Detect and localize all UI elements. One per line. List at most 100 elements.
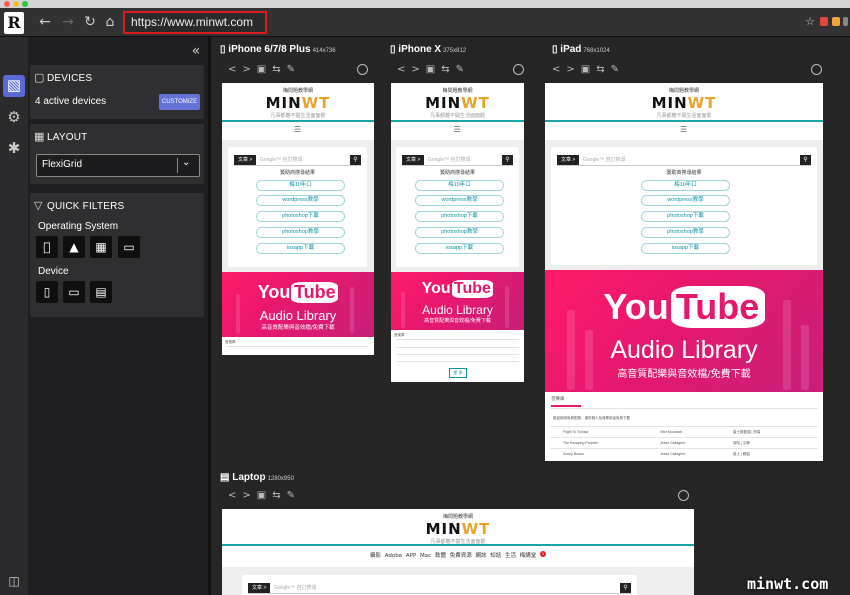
- zoom-window-button[interactable]: [22, 1, 28, 7]
- search-icon[interactable]: ⚲: [502, 155, 513, 165]
- layout-card-icon: ▦: [34, 130, 45, 143]
- youtube-logo: You Tube: [391, 280, 524, 298]
- icon-rail: ▧ ⚙ ✱ ◫: [0, 37, 28, 595]
- search-row[interactable]: 文章 > Google™ 自訂搜尋 ⚲: [248, 583, 631, 594]
- search-icon[interactable]: ⚲: [620, 583, 631, 593]
- search-icon[interactable]: ⚲: [350, 155, 361, 165]
- search-row[interactable]: 文章 > Google™ 自訂搜尋 ⚲: [557, 155, 811, 166]
- device-toolbar[interactable]: <>▣⇆✎: [397, 64, 470, 75]
- keyword-pill[interactable]: photoshop教學: [415, 227, 504, 238]
- keyword-pill[interactable]: iosapp下載: [256, 243, 345, 254]
- keyword-pill[interactable]: wordpress教學: [415, 195, 504, 206]
- rotate-icon[interactable]: [357, 64, 368, 75]
- menu-item[interactable]: 生活: [505, 553, 516, 559]
- minimize-window-button[interactable]: [13, 1, 19, 7]
- phone-icon: ▯: [390, 44, 396, 55]
- gear-icon[interactable]: ⚙: [3, 107, 25, 129]
- menu-icon[interactable]: ☰: [680, 125, 688, 134]
- extension-icon[interactable]: [843, 17, 848, 26]
- search-row[interactable]: 文章 > Google™ 自訂搜尋 ⚲: [234, 155, 361, 166]
- youtube-banner[interactable]: You Tube Audio Library 高音質配樂與音效檔/免費下載: [222, 272, 374, 337]
- preview-frame-ipad[interactable]: 梅問題教學網 MINWT 凡事都離不開生活面面觀 ☰ 文章 > Google™ …: [545, 83, 823, 461]
- os-label: Operating System: [38, 221, 119, 232]
- preview-frame-iphone-plus[interactable]: 梅問題教學網 MINWT 凡事都離不開生活面面觀 ☰ 文章 > Google™ …: [222, 83, 374, 355]
- preview-frame-iphone-x[interactable]: 梅問題教學網 MINWT 凡事都離不開生活面面觀 ☰ 文章 > Google™ …: [391, 83, 524, 382]
- keyword-pill[interactable]: 梅10年口: [415, 180, 504, 191]
- extension-icon[interactable]: [832, 17, 840, 26]
- gift-icon[interactable]: ◫: [3, 570, 25, 592]
- keyword-pill[interactable]: photoshop下載: [641, 211, 730, 222]
- search-row[interactable]: 文章 > Google™ 自訂搜尋 ⚲: [402, 155, 513, 166]
- keyword-pill[interactable]: iosapp下載: [641, 243, 730, 254]
- keyword-pill[interactable]: iosapp下載: [415, 243, 504, 254]
- menu-item[interactable]: 免費資源: [450, 553, 472, 559]
- collapse-sidebar-icon[interactable]: «: [188, 43, 204, 59]
- devices-icon[interactable]: ▧: [3, 75, 25, 97]
- keyword-pill[interactable]: photoshop下載: [415, 211, 504, 222]
- devices-title: DEVICES: [47, 73, 93, 84]
- audio-table: 音樂庫 歡迎使用免費配樂，僅供個人及商業用途免費下載 Flight To Tun…: [545, 392, 823, 461]
- device-toolbar[interactable]: <>▣⇆✎: [228, 64, 301, 75]
- keyword-pill[interactable]: photoshop教學: [256, 227, 345, 238]
- content-area: 文章 > Google™ 自訂搜尋 ⚲ 贊助商搜尋結果 梅10年口 wordpr…: [391, 140, 524, 272]
- youtube-banner[interactable]: You Tube Audio Library 高音質配樂與音效檔/免費下載: [391, 272, 524, 330]
- forward-arrow-icon[interactable]: →: [60, 14, 76, 30]
- site-logo-mark: MINWT: [425, 94, 490, 112]
- search-icon[interactable]: ⚲: [800, 155, 811, 165]
- keyword-pill[interactable]: 梅10年口: [256, 180, 345, 191]
- keyword-pill[interactable]: wordpress教學: [641, 195, 730, 206]
- puzzle-extension-icon[interactable]: ✱: [3, 138, 25, 160]
- back-arrow-icon[interactable]: ←: [37, 14, 53, 30]
- youtube-logo: You Tube: [545, 286, 823, 328]
- layout-select[interactable]: FlexiGrid ⌄: [36, 154, 200, 177]
- device-size: 414x736: [312, 48, 336, 54]
- preview-frame-laptop[interactable]: 梅問題教學網 MINWT 凡事都離不開生活面面觀 攝影 Adobe APP Ma…: [222, 509, 694, 595]
- active-devices-count: 4 active devices: [35, 96, 107, 107]
- device-toolbar[interactable]: <>▣⇆✎: [552, 64, 625, 75]
- site-logo: 梅問題教學網 MINWT 凡事都離不開生活面面觀: [222, 87, 374, 119]
- extension-icon[interactable]: [820, 17, 828, 26]
- menu-item[interactable]: Adobe: [385, 553, 402, 559]
- menu-icon[interactable]: ☰: [454, 125, 462, 134]
- menu-item[interactable]: 軟體: [435, 553, 446, 559]
- laptop-device-icon[interactable]: ▤: [90, 281, 112, 303]
- home-icon[interactable]: ⌂: [102, 14, 118, 30]
- site-logo-mark: MINWT: [425, 520, 491, 538]
- menu-icon[interactable]: ☰: [294, 125, 302, 134]
- close-window-button[interactable]: [4, 1, 10, 7]
- devices-card-icon: ▢: [34, 71, 45, 84]
- menu-item[interactable]: 攝影: [370, 553, 381, 559]
- menu-item[interactable]: APP: [406, 553, 416, 559]
- rotate-icon[interactable]: [678, 490, 689, 501]
- address-bar[interactable]: https://www.minwt.com: [123, 11, 267, 34]
- apple-icon[interactable]: : [36, 236, 58, 258]
- audio-table: 音樂庫 更 多: [391, 330, 524, 382]
- sidebar-panel: « ▢ DEVICES 4 active devices CUSTOMIZE ▦…: [28, 37, 208, 595]
- url-text[interactable]: https://www.minwt.com: [131, 15, 253, 29]
- menu-item[interactable]: 網誌: [475, 553, 486, 559]
- youtube-banner[interactable]: You Tube Audio Library 高音質配樂與音效檔/免費下載: [545, 270, 823, 392]
- tablet-device-icon[interactable]: ▭: [63, 281, 85, 303]
- customize-button[interactable]: CUSTOMIZE: [159, 94, 200, 110]
- menu-item[interactable]: 梅講堂: [520, 553, 537, 559]
- keyword-pill[interactable]: wordpress教學: [256, 195, 345, 206]
- desktop-os-icon[interactable]: ▭: [118, 236, 140, 258]
- rotate-icon[interactable]: [811, 64, 822, 75]
- bookmark-star-icon[interactable]: ☆: [802, 14, 818, 30]
- menu-item[interactable]: Mac: [420, 553, 431, 559]
- windows-icon[interactable]: ▦: [90, 236, 112, 258]
- mobile-device-icon[interactable]: ▯: [36, 281, 58, 303]
- menu-item[interactable]: 知話: [490, 553, 501, 559]
- keyword-pill[interactable]: photoshop教學: [641, 227, 730, 238]
- rotate-icon[interactable]: [513, 64, 524, 75]
- device-toolbar[interactable]: <>▣⇆✎: [228, 490, 301, 501]
- search-card: 文章 > Google™ 自訂搜尋 ⚲ 贊助商搜尋結果 梅10年口 wordpr…: [551, 147, 817, 265]
- chevron-down-icon: ⌄: [182, 157, 191, 168]
- audio-library-title: Audio Library: [422, 303, 493, 317]
- more-button[interactable]: 更 多: [449, 368, 467, 378]
- header-line: [391, 120, 524, 122]
- android-icon[interactable]: ▲: [63, 236, 85, 258]
- keyword-pill[interactable]: photoshop下載: [256, 211, 345, 222]
- reload-icon[interactable]: ↻: [82, 14, 98, 30]
- keyword-pill[interactable]: 梅10年口: [641, 180, 730, 191]
